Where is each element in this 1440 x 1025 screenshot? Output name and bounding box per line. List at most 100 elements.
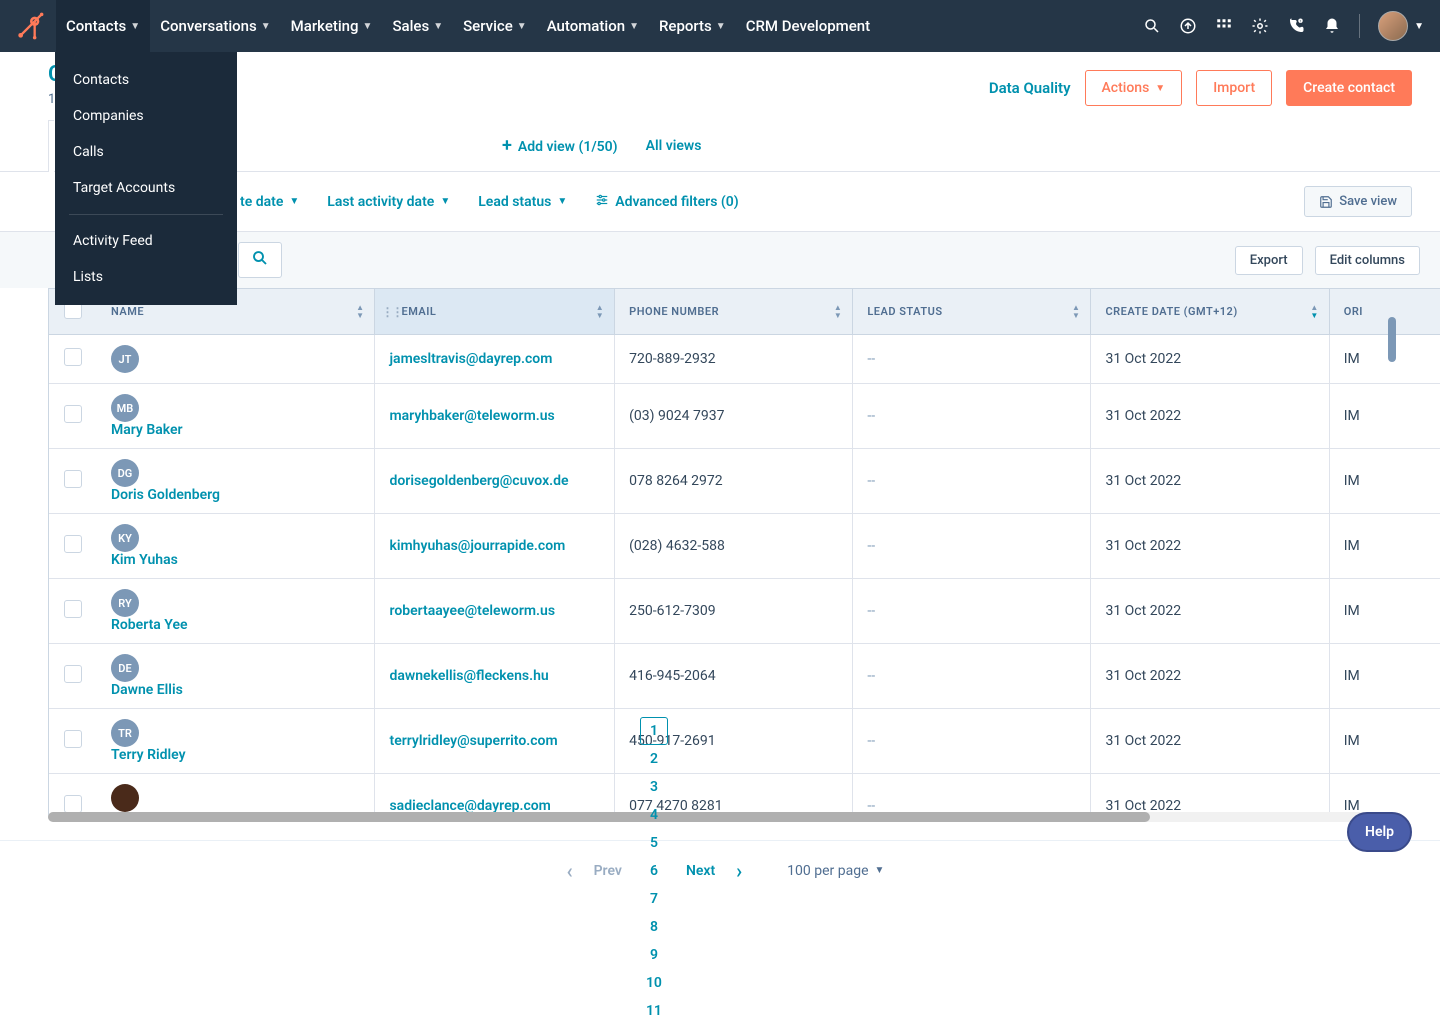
row-checkbox[interactable] — [64, 600, 82, 618]
notifications-bell-icon[interactable] — [1323, 17, 1341, 35]
lead-status-cell: -- — [853, 644, 1091, 709]
contact-name-link[interactable]: Kim Yuhas — [111, 552, 178, 568]
contact-email-link[interactable]: maryhbaker@teleworm.us — [389, 408, 554, 424]
contact-email-link[interactable]: robertaayee@teleworm.us — [389, 603, 555, 619]
contact-email-link[interactable]: jamesltravis@dayrep.com — [389, 351, 552, 367]
column-header-lead-status[interactable]: LEAD STATUS▲▼ — [853, 289, 1091, 335]
column-header-email[interactable]: ⋮⋮EMAIL▲▼ — [375, 289, 615, 335]
sort-icon[interactable]: ▲▼ — [1072, 304, 1080, 320]
nav-item-sales[interactable]: Sales▼ — [382, 0, 453, 52]
account-menu[interactable]: ▼ — [1378, 11, 1424, 41]
lead-status-cell: -- — [853, 579, 1091, 644]
search-icon[interactable] — [251, 249, 269, 271]
nav-item-crm-development[interactable]: CRM Development — [736, 0, 880, 52]
sliders-icon — [595, 193, 609, 211]
chevron-down-icon: ▼ — [130, 21, 140, 32]
contact-email-link[interactable]: dawnekellis@fleckens.hu — [389, 668, 548, 684]
nav-item-reports[interactable]: Reports▼ — [649, 0, 736, 52]
all-views-link[interactable]: All views — [646, 138, 702, 154]
nav-item-marketing[interactable]: Marketing▼ — [281, 0, 383, 52]
pager-prev[interactable]: Prev — [588, 857, 628, 885]
dropdown-item-calls[interactable]: Calls — [55, 134, 237, 170]
pager-next-arrow[interactable]: › — [725, 857, 753, 885]
pager-page-5[interactable]: 5 — [640, 829, 668, 857]
contact-email-link[interactable]: terrylridley@superrito.com — [389, 733, 557, 749]
column-header-ori[interactable]: ORI — [1329, 289, 1440, 335]
dropdown-item-companies[interactable]: Companies — [55, 98, 237, 134]
pager-next[interactable]: Next — [680, 857, 721, 885]
vertical-scrollbar-thumb[interactable] — [1388, 317, 1396, 362]
contact-name-link[interactable]: Dawne Ellis — [111, 682, 183, 698]
tab-current[interactable] — [48, 120, 54, 172]
settings-gear-icon[interactable] — [1251, 17, 1269, 35]
chevron-down-icon: ▼ — [629, 21, 639, 32]
contact-email-link[interactable]: dorisegoldenberg@cuvox.de — [389, 473, 568, 489]
help-button[interactable]: Help — [1347, 812, 1412, 852]
dropdown-item-activity-feed[interactable]: Activity Feed — [55, 223, 237, 259]
hubspot-logo-icon[interactable] — [16, 12, 44, 40]
pager-page-11[interactable]: 11 — [640, 997, 668, 1025]
create-date-cell: 31 Oct 2022 — [1091, 709, 1329, 774]
filter-lead-status[interactable]: Lead status▼ — [478, 194, 567, 210]
nav-item-conversations[interactable]: Conversations▼ — [150, 0, 280, 52]
column-header-create-date-gmt-12-[interactable]: CREATE DATE (GMT+12)▲▼ — [1091, 289, 1329, 335]
row-checkbox[interactable] — [64, 470, 82, 488]
drag-handle-icon[interactable]: ⋮⋮ — [381, 305, 401, 319]
edit-columns-button[interactable]: Edit columns — [1315, 246, 1420, 275]
per-page-select[interactable]: 100 per page▼ — [787, 863, 884, 879]
column-header-phone-number[interactable]: PHONE NUMBER▲▼ — [615, 289, 853, 335]
pager-page-7[interactable]: 7 — [640, 885, 668, 913]
contact-name-link[interactable]: Mary Baker — [111, 422, 183, 438]
upgrade-icon[interactable] — [1179, 17, 1197, 35]
pager-page-6[interactable]: 6 — [640, 857, 668, 885]
pager-page-8[interactable]: 8 — [640, 913, 668, 941]
row-checkbox[interactable] — [64, 348, 82, 366]
pager-page-3[interactable]: 3 — [640, 773, 668, 801]
nav-item-automation[interactable]: Automation▼ — [537, 0, 649, 52]
add-view-button[interactable]: +Add view (1/50) — [502, 135, 618, 156]
contact-name-link[interactable]: Doris Goldenberg — [111, 487, 220, 503]
row-checkbox[interactable] — [64, 730, 82, 748]
filter-create-date[interactable]: te date▼ — [240, 194, 299, 210]
dropdown-item-target-accounts[interactable]: Target Accounts — [55, 170, 237, 206]
contacts-table-wrap[interactable]: NAME▲▼⋮⋮EMAIL▲▼PHONE NUMBER▲▼LEAD STATUS… — [48, 288, 1440, 818]
search-input-wrap — [238, 242, 282, 278]
marketplace-icon[interactable] — [1215, 17, 1233, 35]
scrollbar-thumb[interactable] — [48, 812, 1150, 822]
advanced-filters[interactable]: Advanced filters (0) — [595, 193, 738, 211]
calling-icon[interactable]: 1 — [1287, 17, 1305, 35]
row-checkbox[interactable] — [64, 535, 82, 553]
row-checkbox[interactable] — [64, 405, 82, 423]
import-button[interactable]: Import — [1196, 70, 1272, 106]
filter-last-activity[interactable]: Last activity date▼ — [327, 194, 450, 210]
save-icon — [1319, 195, 1333, 209]
pager-page-2[interactable]: 2 — [640, 745, 668, 773]
sort-icon[interactable]: ▲▼ — [596, 304, 604, 320]
dropdown-item-contacts[interactable]: Contacts — [55, 62, 237, 98]
phone-cell: 078 8264 2972 — [615, 449, 853, 514]
sort-icon[interactable]: ▲▼ — [356, 304, 364, 320]
chevron-down-icon: ▼ — [289, 196, 299, 207]
row-checkbox[interactable] — [64, 795, 82, 813]
pager-page-10[interactable]: 10 — [640, 969, 668, 997]
save-view-button[interactable]: Save view — [1304, 186, 1412, 217]
horizontal-scrollbar[interactable] — [48, 812, 1392, 822]
actions-button[interactable]: Actions▼ — [1085, 70, 1183, 106]
nav-item-contacts[interactable]: Contacts▼ — [56, 0, 150, 52]
pager-prev-arrow[interactable]: ‹ — [556, 857, 584, 885]
nav-item-service[interactable]: Service▼ — [453, 0, 537, 52]
pager-page-1[interactable]: 1 — [640, 717, 668, 745]
create-contact-button[interactable]: Create contact — [1286, 70, 1412, 106]
export-button[interactable]: Export — [1235, 246, 1303, 275]
search-icon[interactable] — [1143, 17, 1161, 35]
contact-email-link[interactable]: kimhyuhas@jourrapide.com — [389, 538, 565, 554]
dropdown-item-lists[interactable]: Lists — [55, 259, 237, 295]
sort-icon[interactable]: ▲▼ — [834, 304, 842, 320]
row-checkbox[interactable] — [64, 665, 82, 683]
pager-page-9[interactable]: 9 — [640, 941, 668, 969]
sort-icon[interactable]: ▲▼ — [1310, 304, 1318, 320]
pager-page-4[interactable]: 4 — [640, 801, 668, 829]
contact-name-link[interactable]: Roberta Yee — [111, 617, 188, 633]
contact-name-link[interactable]: Terry Ridley — [111, 747, 186, 763]
data-quality-link[interactable]: Data Quality — [989, 79, 1071, 97]
